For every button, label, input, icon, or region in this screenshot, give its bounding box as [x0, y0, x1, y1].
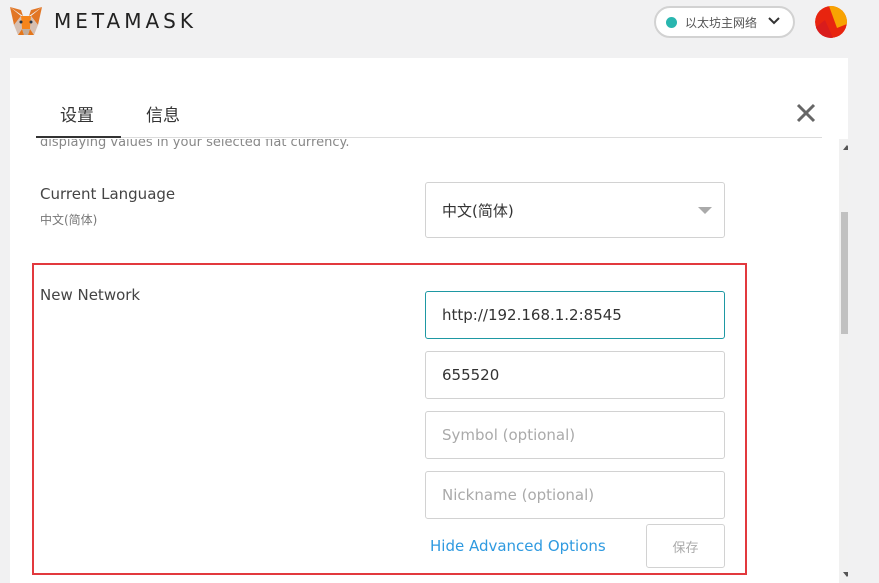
currency-description: displaying values in your selected fiat …	[40, 139, 350, 150]
language-select-value: 中文(简体)	[442, 201, 514, 220]
nickname-input[interactable]: Nickname (optional)	[425, 471, 725, 519]
new-network-label: New Network	[40, 286, 141, 304]
caret-down-icon	[698, 207, 712, 214]
avatar-identicon	[815, 6, 847, 38]
network-selector[interactable]: 以太坊主网络	[654, 6, 795, 38]
language-current-value: 中文(简体)	[40, 213, 98, 227]
network-label: 以太坊主网络	[685, 15, 758, 30]
metamask-fox-logo	[10, 7, 42, 35]
chain-id-input[interactable]: 655520	[425, 351, 725, 399]
tab-info[interactable]: 信息	[146, 101, 180, 126]
rpc-url-input[interactable]: http://192.168.1.2:8545	[425, 291, 725, 339]
language-select[interactable]: 中文(简体)	[425, 182, 725, 238]
close-icon[interactable]	[795, 102, 817, 124]
chevron-down-icon	[768, 17, 780, 25]
settings-panel: 设置 信息 displaying values in your selected…	[10, 58, 848, 583]
active-tab-indicator	[36, 136, 121, 138]
hide-advanced-options-link[interactable]: Hide Advanced Options	[430, 537, 606, 555]
scrollbar-thumb[interactable]	[841, 212, 848, 334]
brand-wordmark: METAMASK	[54, 9, 197, 33]
network-status-dot	[666, 16, 677, 28]
account-avatar[interactable]	[815, 6, 847, 38]
save-button[interactable]: 保存	[646, 524, 725, 568]
tab-bar: 设置 信息	[36, 58, 822, 138]
top-bar: METAMASK 以太坊主网络	[0, 0, 879, 44]
scroll-up-arrow-icon[interactable]	[843, 145, 848, 150]
language-label: Current Language	[40, 185, 176, 203]
settings-scroll-area: displaying values in your selected fiat …	[10, 139, 848, 583]
symbol-input[interactable]: Symbol (optional)	[425, 411, 725, 459]
tab-settings[interactable]: 设置	[60, 101, 94, 126]
vertical-scrollbar[interactable]	[839, 139, 848, 583]
scroll-down-arrow-icon[interactable]	[843, 572, 848, 577]
